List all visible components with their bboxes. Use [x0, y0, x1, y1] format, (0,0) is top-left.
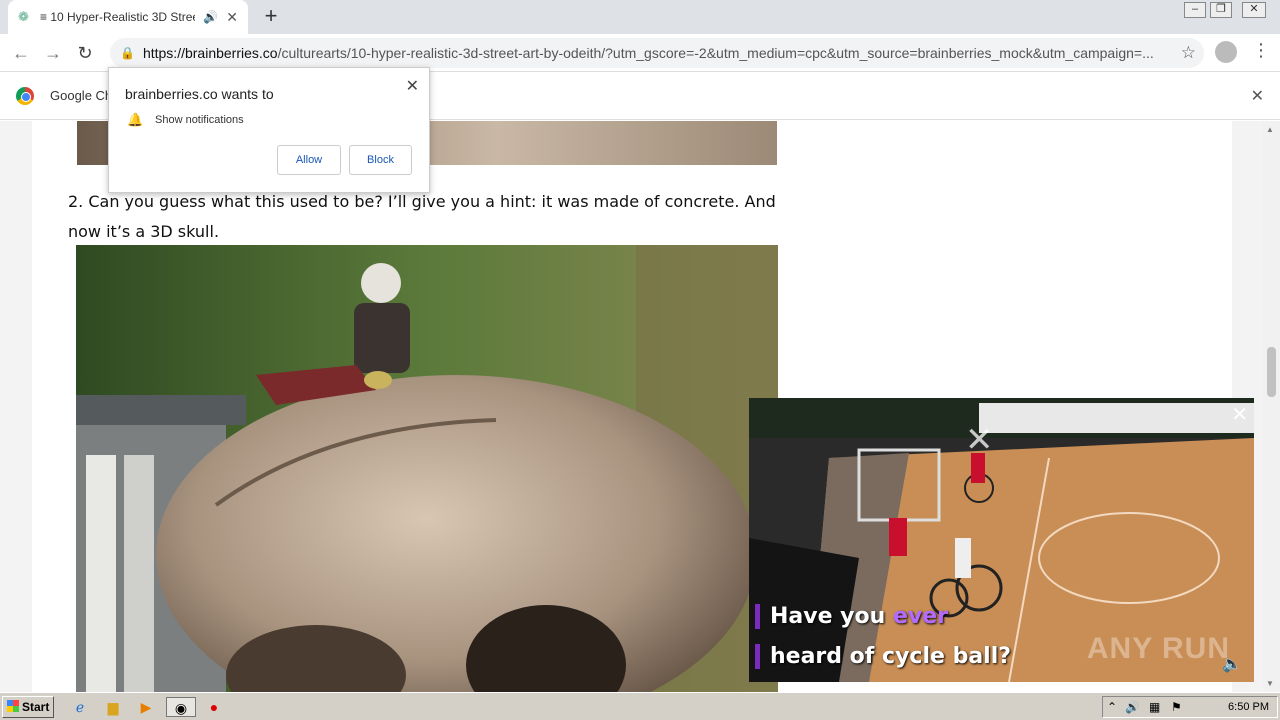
window-close-button[interactable]: ✕ — [1242, 2, 1266, 18]
video-close-icon[interactable]: ✕ — [1231, 402, 1248, 427]
dialog-close-icon[interactable]: ✕ — [406, 76, 419, 96]
windows-taskbar: Start ℯ ▆ ▶ ◉ ● ⌃ 🔊 ▦ ⚑ 6:50 PM — [0, 692, 1280, 720]
clock: 6:50 PM — [1228, 701, 1269, 713]
scrollbar-thumb[interactable] — [1267, 347, 1276, 397]
volume-icon[interactable]: 🔈 — [1222, 654, 1242, 674]
explorer-folder-icon[interactable]: ▆ — [103, 697, 123, 717]
start-button[interactable]: Start — [2, 696, 54, 718]
info-bar-text: Google Ch — [50, 88, 113, 103]
opera-icon[interactable]: ● — [204, 697, 224, 717]
notification-permission-dialog: brainberries.co wants to ✕ 🔔 Show notifi… — [108, 67, 430, 193]
ie-icon[interactable]: ℯ — [70, 697, 90, 717]
tray-expand-icon[interactable]: ⌃ — [1107, 697, 1117, 717]
reload-icon[interactable]: ↻ — [74, 42, 96, 64]
permission-row: 🔔 Show notifications — [127, 112, 244, 128]
article-paragraph: 2. Can you guess what this used to be? I… — [68, 192, 776, 241]
back-icon[interactable]: ← — [10, 42, 32, 64]
permission-text: Show notifications — [155, 114, 244, 126]
audio-icon[interactable]: 🔊 — [203, 10, 218, 24]
url-host: https://brainberries.co — [142, 45, 278, 61]
windows-logo-icon — [7, 700, 19, 712]
video-ad-player[interactable]: ✕ ✕ Have you ever heard of cycle ball? A… — [749, 398, 1254, 682]
site-favicon-icon: ❁ — [18, 9, 29, 24]
block-button[interactable]: Block — [349, 145, 412, 175]
url-path: /culturearts/10-hyper-realistic-3d-stree… — [277, 45, 1154, 61]
skull-illustration — [76, 245, 778, 692]
start-label: Start — [22, 700, 50, 714]
menu-icon[interactable]: ⋮ — [1252, 40, 1270, 61]
profile-avatar[interactable] — [1215, 41, 1237, 63]
allow-button[interactable]: Allow — [277, 145, 341, 175]
page-scrollbar[interactable]: ▲ ▼ — [1263, 121, 1280, 692]
chrome-taskbar-button[interactable]: ◉ — [166, 697, 196, 717]
tab-title: ≡ 10 Hyper-Realistic 3D Street — [40, 10, 196, 24]
tab-close-icon[interactable]: ✕ — [226, 9, 238, 26]
media-player-icon[interactable]: ▶ — [136, 697, 156, 717]
tab-strip: ❁ ≡ 10 Hyper-Realistic 3D Street 🔊 ✕ + –… — [0, 0, 1280, 34]
restore-button[interactable]: ❐ — [1210, 2, 1232, 18]
system-tray: ⌃ 🔊 ▦ ⚑ 6:50 PM — [1102, 696, 1278, 718]
star-icon[interactable]: ☆ — [1181, 43, 1196, 63]
flag-icon[interactable]: ⚑ — [1171, 697, 1182, 717]
scroll-down-icon[interactable]: ▼ — [1266, 679, 1274, 688]
info-bar-close-icon[interactable]: ✕ — [1251, 86, 1264, 106]
new-tab-button[interactable]: + — [258, 4, 284, 30]
chrome-icon — [16, 86, 34, 105]
caption-line-1: Have you ever — [755, 604, 1245, 629]
skull-street-art-image — [76, 245, 778, 692]
address-bar[interactable]: 🔒 https://brainberries.co/culturearts/10… — [110, 38, 1204, 68]
dialog-heading: brainberries.co wants to — [125, 86, 274, 102]
speaker-icon[interactable]: 🔊 — [1125, 697, 1140, 717]
caption-highlight: ever — [892, 604, 949, 629]
lock-icon: 🔒 — [120, 46, 135, 60]
anyrun-watermark: ANY RUN — [1086, 632, 1230, 665]
ad-dismiss-icon[interactable]: ✕ — [965, 420, 994, 460]
browser-tab[interactable]: ❁ ≡ 10 Hyper-Realistic 3D Street 🔊 ✕ — [8, 0, 248, 34]
network-icon[interactable]: ▦ — [1149, 697, 1160, 717]
forward-icon[interactable]: → — [42, 42, 64, 64]
caption-text-a: Have you — [770, 604, 893, 629]
minimize-button[interactable]: – — [1184, 2, 1206, 18]
scroll-up-icon[interactable]: ▲ — [1266, 125, 1274, 134]
bell-icon: 🔔 — [127, 112, 144, 127]
